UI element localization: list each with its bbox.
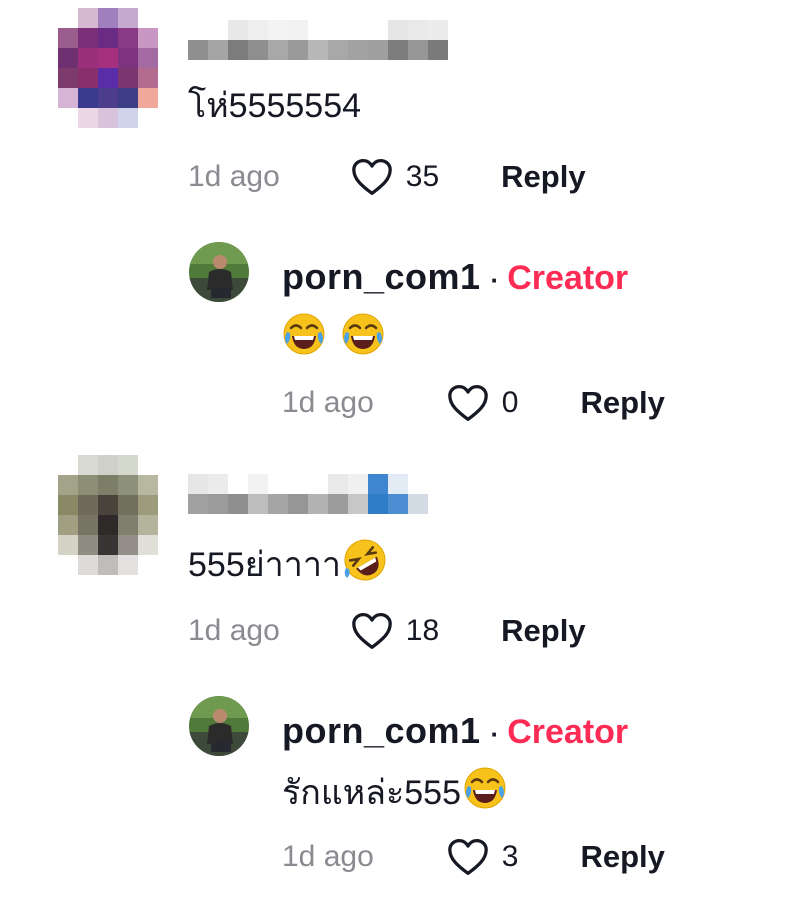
- comment-meta: 1d ago 18 Reply: [188, 611, 586, 651]
- heart-outline-icon[interactable]: [446, 383, 490, 423]
- reply-meta: 1d ago 0 Reply: [282, 383, 665, 423]
- creator-header: porn_com1 · Creator: [282, 710, 628, 754]
- reply-button[interactable]: Reply: [580, 385, 664, 421]
- like-count: 0: [501, 386, 519, 419]
- commenter-avatar[interactable]: [58, 8, 158, 128]
- creator-badge: Creator: [507, 259, 629, 297]
- creator-avatar[interactable]: [189, 242, 249, 302]
- commenter-username-pixelated[interactable]: [188, 20, 448, 60]
- creator-header: porn_com1 · Creator: [282, 256, 628, 300]
- like-button[interactable]: 0: [446, 383, 519, 423]
- comment-text: โห่5555554: [188, 87, 362, 125]
- heart-outline-icon[interactable]: [446, 837, 490, 877]
- joy-emoji-icon: [463, 766, 507, 810]
- comment-text-content: 555ย่าาาา: [188, 546, 342, 584]
- creator-badge: Creator: [507, 713, 629, 751]
- rofl-emoji-icon: [343, 538, 387, 582]
- reply-meta: 1d ago 3 Reply: [282, 837, 665, 877]
- reply-text: [282, 312, 385, 356]
- like-button[interactable]: 3: [446, 837, 519, 877]
- reply-text-content: รักแหล่ะ555: [282, 774, 461, 812]
- heart-outline-icon[interactable]: [350, 611, 394, 651]
- reply-button[interactable]: Reply: [501, 613, 585, 649]
- creator-username[interactable]: porn_com1: [282, 710, 481, 752]
- comment-time: 1d ago: [188, 160, 280, 193]
- joy-emoji-icon: [282, 312, 326, 356]
- separator-dot: ·: [490, 265, 500, 295]
- like-count: 35: [405, 160, 440, 193]
- like-count: 3: [501, 840, 519, 873]
- reply-time: 1d ago: [282, 386, 374, 419]
- commenter-avatar[interactable]: [58, 455, 158, 575]
- comment-text: 555ย่าาาา: [188, 538, 387, 585]
- reply-button[interactable]: Reply: [580, 839, 664, 875]
- reply-text: รักแหล่ะ555: [282, 766, 507, 813]
- comment-time: 1d ago: [188, 614, 280, 647]
- like-button[interactable]: 35: [350, 157, 439, 197]
- reply-time: 1d ago: [282, 840, 374, 873]
- commenter-username-pixelated[interactable]: [188, 474, 428, 514]
- like-button[interactable]: 18: [350, 611, 439, 651]
- creator-avatar[interactable]: [189, 696, 249, 756]
- heart-outline-icon[interactable]: [350, 157, 394, 197]
- reply-button[interactable]: Reply: [501, 159, 585, 195]
- creator-username[interactable]: porn_com1: [282, 256, 481, 298]
- comment-meta: 1d ago 35 Reply: [188, 157, 586, 197]
- joy-emoji-icon: [341, 312, 385, 356]
- like-count: 18: [405, 614, 440, 647]
- separator-dot: ·: [490, 719, 500, 749]
